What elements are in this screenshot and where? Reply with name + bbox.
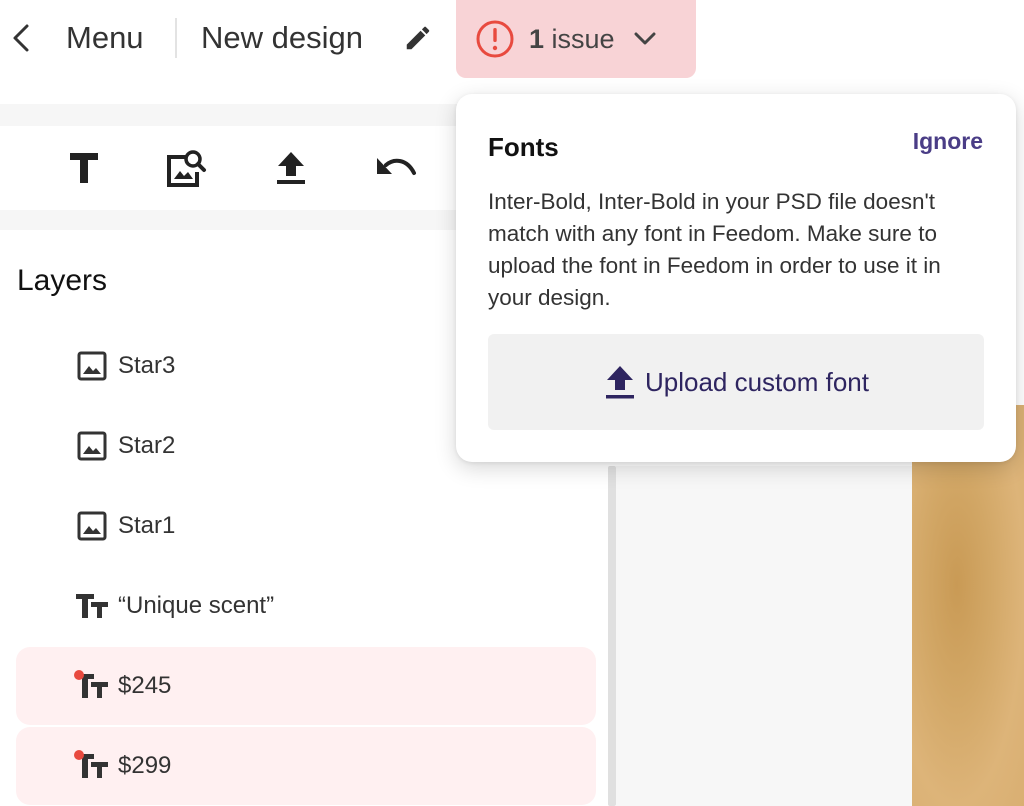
image-layer-icon — [74, 428, 110, 464]
alert-circle-icon — [475, 19, 515, 59]
image-layer-icon — [74, 508, 110, 544]
chevron-down-icon — [631, 25, 659, 53]
layers-scrollbar[interactable] — [608, 466, 616, 806]
rename-button[interactable] — [400, 20, 436, 56]
popover-message: Inter-Bold, Inter-Bold in your PSD file … — [488, 189, 941, 310]
upload-custom-font-label: Upload custom font — [644, 366, 869, 397]
pencil-icon — [406, 26, 430, 50]
upload-icon — [603, 362, 637, 402]
menu-button[interactable]: Menu — [66, 19, 144, 57]
design-title: New design — [201, 20, 363, 55]
text-layer-icon — [74, 748, 110, 784]
chevron-left-icon — [13, 24, 29, 52]
undo-icon — [377, 158, 416, 175]
undo-button[interactable] — [372, 144, 420, 192]
artwork-preview[interactable] — [912, 405, 1024, 806]
layer-item[interactable]: Star1 — [16, 487, 596, 565]
layer-item[interactable]: “Unique scent” — [16, 567, 596, 645]
issue-count-label: 1 issue — [529, 23, 615, 54]
popover-title: Fonts — [488, 132, 559, 162]
image-search-button[interactable] — [162, 144, 210, 192]
layer-name: Star1 — [118, 512, 176, 539]
layer-name: Star2 — [118, 432, 176, 459]
layers-title: Layers — [17, 264, 108, 297]
layer-name: Star3 — [118, 352, 176, 379]
upload-custom-font-button[interactable]: Upload custom font — [488, 334, 984, 430]
layer-item-error[interactable]: $245 — [16, 647, 596, 725]
back-button[interactable] — [4, 18, 38, 58]
layer-name: “Unique scent” — [118, 592, 275, 619]
layer-name: $245 — [118, 672, 172, 699]
ignore-button[interactable]: Ignore — [913, 128, 983, 155]
app-window: Menu New design 1 issue Layers Star3 Sta… — [0, 0, 1024, 806]
upload-button[interactable] — [267, 144, 315, 192]
add-text-button[interactable] — [60, 144, 108, 192]
text-icon — [70, 153, 98, 183]
image-search-icon — [167, 150, 206, 187]
image-layer-icon — [74, 348, 110, 384]
layer-name: $299 — [118, 752, 172, 779]
issues-dropdown-button[interactable]: 1 issue — [456, 0, 696, 78]
text-layer-icon — [74, 668, 110, 704]
top-bar: Menu New design 1 issue — [0, 0, 1024, 78]
layer-item-error[interactable]: $299 — [16, 727, 596, 805]
error-dot — [74, 750, 84, 760]
error-dot — [74, 670, 84, 680]
divider — [175, 18, 177, 58]
upload-icon — [277, 152, 305, 184]
issues-popover: Fonts Ignore Inter-Bold, Inter-Bold in y… — [456, 94, 1016, 462]
text-layer-icon — [74, 588, 110, 624]
